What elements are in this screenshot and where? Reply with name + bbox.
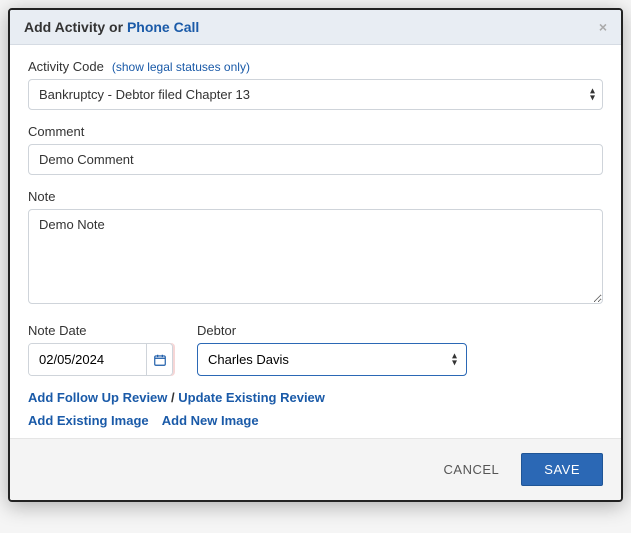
calendar-icon[interactable] bbox=[146, 344, 172, 375]
add-activity-modal: Add Activity or Phone Call × Activity Co… bbox=[8, 8, 623, 502]
comment-label: Comment bbox=[28, 124, 603, 139]
note-label: Note bbox=[28, 189, 603, 204]
phone-call-link[interactable]: Phone Call bbox=[127, 19, 199, 35]
comment-group: Comment bbox=[28, 124, 603, 175]
modal-header: Add Activity or Phone Call × bbox=[10, 10, 621, 45]
activity-code-group: Activity Code (show legal statuses only)… bbox=[28, 59, 603, 110]
modal-title: Add Activity or Phone Call bbox=[24, 19, 199, 35]
cancel-button[interactable]: CANCEL bbox=[434, 454, 510, 485]
image-links-row: Add Existing Image Add New Image bbox=[28, 413, 603, 428]
review-links-row: Add Follow Up Review / Update Existing R… bbox=[28, 390, 603, 405]
debtor-label: Debtor bbox=[197, 323, 467, 338]
close-icon[interactable]: × bbox=[599, 19, 607, 35]
date-debtor-row: Note Date Debtor Charles Davis bbox=[28, 323, 603, 376]
title-prefix: Add Activity or bbox=[24, 19, 127, 35]
add-new-image-link[interactable]: Add New Image bbox=[162, 413, 259, 428]
activity-code-label: Activity Code bbox=[28, 59, 104, 74]
comment-input[interactable] bbox=[28, 144, 603, 175]
save-button[interactable]: SAVE bbox=[521, 453, 603, 486]
note-textarea[interactable]: Demo Note bbox=[28, 209, 603, 304]
show-legal-statuses-link[interactable]: (show legal statuses only) bbox=[112, 60, 250, 74]
note-group: Note Demo Note bbox=[28, 189, 603, 309]
note-date-input[interactable] bbox=[29, 344, 146, 375]
modal-body: Activity Code (show legal statuses only)… bbox=[10, 45, 621, 438]
note-date-label: Note Date bbox=[28, 323, 173, 338]
update-existing-review-link[interactable]: Update Existing Review bbox=[178, 390, 325, 405]
activity-code-select[interactable]: Bankruptcy - Debtor filed Chapter 13 bbox=[28, 79, 603, 110]
add-existing-image-link[interactable]: Add Existing Image bbox=[28, 413, 149, 428]
link-separator: / bbox=[167, 390, 178, 405]
add-follow-up-review-link[interactable]: Add Follow Up Review bbox=[28, 390, 167, 405]
debtor-group: Debtor Charles Davis bbox=[197, 323, 467, 376]
debtor-select[interactable]: Charles Davis bbox=[197, 343, 467, 376]
modal-footer: CANCEL SAVE bbox=[10, 438, 621, 500]
note-date-group: Note Date bbox=[28, 323, 173, 376]
